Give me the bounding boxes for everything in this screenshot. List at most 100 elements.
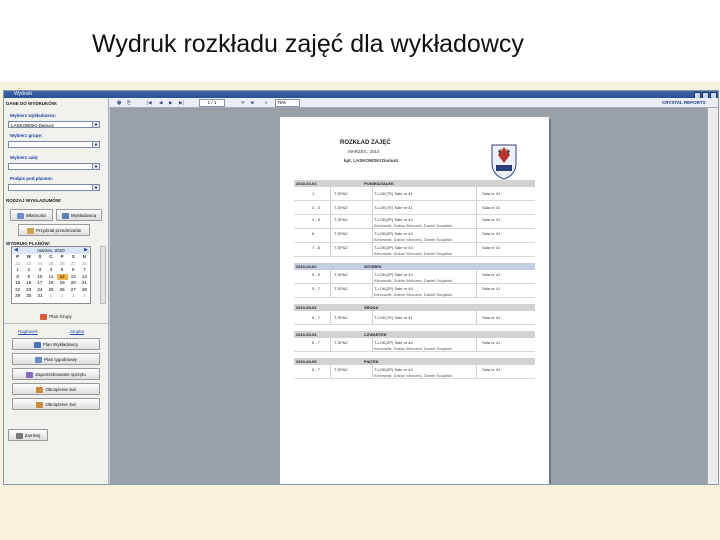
report-row: 6 - 7 T-SPAZ T-LOK(ZP) Sale nr 44 Sala nr 4… <box>294 365 535 379</box>
plan-tygodniowy-button[interactable]: Plan tygodniowy <box>12 353 100 365</box>
column-divider <box>372 338 373 351</box>
divider <box>4 323 108 324</box>
report-day-header: 2010-03-02 WTOREK <box>294 263 535 270</box>
report-day-date: 2010-03-05 <box>296 359 317 364</box>
crystal-reports-logo: CRYSTAL REPORTS <box>662 100 706 105</box>
page-number-field[interactable]: 1 / 1 <box>199 99 225 107</box>
column-divider <box>476 365 477 378</box>
column-divider <box>476 284 477 297</box>
report-day-header: 2010-03-01 PONIEDZIAŁEK <box>294 180 535 187</box>
calendar-day[interactable]: 29 <box>12 293 23 300</box>
report-row: 6 - 7 T-SPAZ T-LOK(ZP) Sale nr 44 Sala nr 4… <box>294 338 535 352</box>
plan-wykladowcy-button[interactable]: Plan Wykładowcy <box>12 338 100 350</box>
column-divider <box>476 338 477 351</box>
viewer-toolbar: 🖶 ⎘ |◀ ◀ ▶ ▶| 1 / 1 ⟳ ■ ⌕ 75% CRYSTAL RE… <box>109 98 718 108</box>
report-view-area[interactable]: ROZKŁAD ZAJĘĆ MARZEC, 2010 kpt. LASKOWSK… <box>110 108 707 484</box>
column-divider <box>372 284 373 297</box>
report-subject: T-LOK(TE) Sale nr 41 <box>374 205 413 210</box>
report-subline: Kierownik: Doktor Mroczek, Daniel Socjal… <box>374 292 453 297</box>
report-subline: Kierownik: Doktor Mroczek, Daniel Socjal… <box>374 251 453 256</box>
next-page-icon[interactable]: ▶ <box>169 99 172 106</box>
report-subject: T-LOK(ZP) Sale nr 44 <box>374 367 413 372</box>
report-day: 2010-03-03 ŚRODA 6 - 7 T-SPAZ T-LOK(TE) Sale… <box>294 304 535 325</box>
chevron-right-icon[interactable]: ▶ <box>84 247 88 254</box>
calendar-day[interactable]: 2 <box>57 293 68 300</box>
slide-title: Wydruk rozkładu zajęć dla wykładowcy <box>92 30 524 58</box>
chevron-down-icon[interactable]: ▼ <box>92 122 99 127</box>
wykladowca-button[interactable]: Wykładowca <box>56 209 102 221</box>
export-icon[interactable]: ⎘ <box>127 99 131 106</box>
search-icon[interactable]: ⌕ <box>265 99 268 106</box>
column-divider <box>330 201 331 214</box>
report-day: 2010-03-05 PIĄTEK 6 - 7 T-SPAZ T-LOK(ZP) Sal… <box>294 358 535 379</box>
zapotrzebowanie-button[interactable]: Zapotrzebowanie sprzętu <box>12 368 100 380</box>
stop-icon[interactable]: ■ <box>251 99 254 106</box>
column-divider <box>372 201 373 214</box>
report-subline: Kierownik: Doktor Mroczek, Daniel Socjal… <box>374 373 453 378</box>
calendar-header: ◀ marzec, 2010 ▶ <box>12 247 90 254</box>
report-hours: 6 - 7 <box>312 367 321 372</box>
report-type: T-SPAZ <box>334 231 348 236</box>
report-subject: T-LOK(ZP) Sale nr 44 <box>374 231 413 236</box>
calendar-day[interactable]: 1 <box>45 293 56 300</box>
report-day-date: 2010-03-04 <box>296 332 317 337</box>
report-day: 2010-03-01 PONIEDZIAŁEK 1 T-SPAZ T-LOK(TE) S… <box>294 180 535 257</box>
room-label: Wybierz salę: <box>10 155 39 160</box>
column-divider <box>330 229 331 242</box>
report-subline: Kierownik: Doktor Mroczek, Daniel Socjal… <box>374 346 453 351</box>
report-type: T-SPAZ <box>334 286 348 291</box>
column-divider <box>372 270 373 283</box>
calendar-scrollbar[interactable] <box>100 246 106 304</box>
room-combo[interactable]: ▼ <box>8 163 100 170</box>
lecturer-combo[interactable]: LASKOWSKI Dariusz ▼ <box>8 121 100 128</box>
report-hours: 6 <box>312 231 315 236</box>
window-title: Wydruki <box>14 91 33 97</box>
last-page-icon[interactable]: ▶| <box>179 99 184 106</box>
obciazenie-sal-button-1[interactable]: Obciążenie Sal <box>12 383 100 395</box>
plan-grupy-button[interactable]: Plan Grupy <box>12 311 100 323</box>
report-row: 4 - 5 T-SPAZ T-LOK(ZP) Sale nr 44 Sala nr 4… <box>294 215 535 229</box>
przydzial-button[interactable]: Przydział przedmiotów <box>18 224 90 236</box>
report-room: Sala nr 41 <box>482 286 501 291</box>
chevron-down-icon[interactable]: ▼ <box>92 185 99 190</box>
chevron-left-icon[interactable]: ◀ <box>14 247 18 254</box>
calendar-day[interactable]: 31 <box>34 293 45 300</box>
report-type: T-SPAZ <box>334 191 348 196</box>
obciazenie-sal-button-2[interactable]: Obciążenie Sal <box>12 398 100 410</box>
chevron-down-icon[interactable]: ▼ <box>92 142 99 147</box>
calendar-grid: P W Ś C P S N 22 23 24 25 26 27 28 1 2 3 4 5 6 7 8 9 10 11 12 13 14… <box>12 254 90 300</box>
report-room: Sala nr 41 <box>482 231 501 236</box>
properties-icon <box>16 212 24 219</box>
first-page-icon[interactable]: |◀ <box>147 99 152 106</box>
wlasnosci-button[interactable]: Własności <box>10 209 53 221</box>
report-page: ROZKŁAD ZAJĘĆ MARZEC, 2010 kpt. LASKOWSK… <box>280 117 549 484</box>
column-divider <box>330 365 331 378</box>
plan-sign-combo[interactable]: ▼ <box>8 184 100 191</box>
zoom-select[interactable]: 75% <box>275 99 300 107</box>
report-room: Sala nr 41 <box>482 217 501 222</box>
print-icon[interactable]: 🖶 <box>117 99 121 106</box>
prev-page-icon[interactable]: ◀ <box>159 99 162 106</box>
report-month: MARZEC, 2010 <box>348 149 380 154</box>
stopka-link[interactable]: Stopka <box>70 329 84 334</box>
calendar-day[interactable]: 4 <box>79 293 90 300</box>
report-day-header: 2010-03-05 PIĄTEK <box>294 358 535 365</box>
section-data: DANE DO WYDRUKÓW: <box>6 101 58 106</box>
naglowek-link[interactable]: Nagłówek <box>18 329 38 334</box>
report-subline: Kierownik: Doktor Mroczek, Daniel Socjal… <box>374 278 453 283</box>
report-hours: 7 - 8 <box>312 245 321 250</box>
report-scrollbar[interactable] <box>707 108 718 484</box>
calendar[interactable]: ◀ marzec, 2010 ▶ P W Ś C P S N 22 23 24 25 26 27 28 1 2… <box>11 246 91 304</box>
group-combo[interactable]: ▼ <box>8 141 100 148</box>
report-subject: T-LOK(TE) Sale nr 41 <box>374 315 413 320</box>
calendar-day[interactable]: 30 <box>23 293 34 300</box>
report-row: 6 T-SPAZ T-LOK(ZP) Sale nr 44 Sala nr 41 Kie… <box>294 229 535 243</box>
zamknij-button[interactable]: Zamknij <box>8 429 48 441</box>
chevron-down-icon[interactable]: ▼ <box>92 164 99 169</box>
refresh-icon[interactable]: ⟳ <box>241 99 245 106</box>
calendar-day[interactable]: 3 <box>68 293 79 300</box>
report-room: Sala nr 41 <box>482 272 501 277</box>
column-divider <box>372 215 373 228</box>
report-day: 2010-03-04 CZWARTEK 6 - 7 T-SPAZ T-LOK(ZP) S… <box>294 331 535 352</box>
column-divider <box>476 215 477 228</box>
